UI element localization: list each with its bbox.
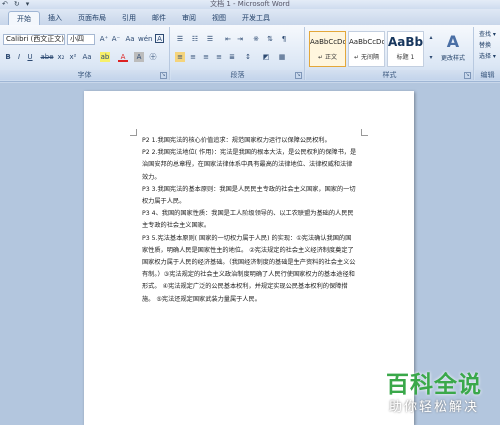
sort-icon[interactable]: ⇅ [265,34,275,44]
watermark-title: 百科全说 [386,372,482,398]
font-color-button[interactable]: A [118,52,128,62]
italic-button[interactable]: I [14,52,24,62]
tab-view[interactable]: 视图 [204,11,234,25]
style-heading1-tile[interactable]: AaBb 标题 1 [387,31,424,67]
align-center-icon[interactable]: ≡ [188,52,198,62]
change-case-button[interactable]: Aa [82,52,92,62]
font-group-label: 字体 [0,70,169,80]
align-right-icon[interactable]: ≡ [201,52,211,62]
editing-group: 查找 ▾ 替换 选择 ▾ 编辑 [475,27,500,80]
grow-font-button[interactable]: A⁺ [99,34,109,44]
tab-references[interactable]: 引用 [114,11,144,25]
watermark-subtitle: 助你轻松解决 [388,400,479,415]
decrease-indent-icon[interactable]: ⇤ [223,34,233,44]
paragraph-group: ☰ ☷ ☰ ⇤ ⇥ ※ ⇅ ¶ ≡ ≡ ≡ ≡ ≣ ↕ ◩ ▦ 段落 ↘ [171,27,305,80]
document-body[interactable]: P2 1.我国宪法的核心价值追求：规范国家权力运行以保障公民权利。 P2 2.我… [142,135,357,306]
font-dialog-launcher-icon[interactable]: ↘ [160,72,167,79]
paragraph-group-label: 段落 [171,70,304,80]
margin-corner-mark [361,129,368,136]
ribbon: Calibri (西文正文) 小四 A⁺ A⁻ Aa wén A B I U a… [0,25,500,82]
select-button[interactable]: 选择 ▾ [479,52,496,62]
borders-icon[interactable]: ▦ [277,52,287,62]
style-name: ↵ 正文 [318,54,337,61]
styles-group: AaBbCcDc ↵ 正文 AaBbCcDc ↵ 无间隔 AaBb 标题 1 ▴… [306,27,474,80]
shrink-font-button[interactable]: A⁻ [111,34,121,44]
chinese-layout-icon[interactable]: ※ [251,34,261,44]
style-name: 标题 1 [396,54,415,61]
char-shading-button[interactable]: A [134,52,144,62]
style-sample: AaBbCcDc [310,38,345,46]
tab-page-layout[interactable]: 页面布局 [70,11,114,25]
tab-mailings[interactable]: 邮件 [144,11,174,25]
style-normal-tile[interactable]: AaBbCcDc ↵ 正文 [309,31,346,67]
phonetic-guide-button[interactable]: wén [138,34,152,44]
document-paragraph: P3 5.宪法基本原则( 国家的一切权力属于人民) 的实现：①宪法确认我国的国家… [142,234,356,303]
style-name: ↵ 无间隔 [354,54,379,61]
document-paragraph: P3 3.我国宪法的基本原则：我国是人民民主专政的社会主义国家，国家的一切权力属… [142,185,356,206]
enclose-char-button[interactable]: ㊉ [148,52,158,62]
style-no-spacing-tile[interactable]: AaBbCcDc ↵ 无间隔 [348,31,385,67]
styles-scroll-icon[interactable]: ▴ [426,33,436,43]
styles-group-label: 样式 [306,70,473,80]
change-styles-label: 更改样式 [440,55,465,62]
clear-format-button[interactable]: Aa [125,34,135,44]
document-page[interactable]: P2 1.我国宪法的核心价值追求：规范国家权力运行以保障公民权利。 P2 2.我… [84,91,414,425]
tab-insert[interactable]: 插入 [40,11,70,25]
multilevel-list-icon[interactable]: ☰ [205,34,215,44]
numbering-icon[interactable]: ☷ [190,34,200,44]
tab-review[interactable]: 审阅 [174,11,204,25]
find-button[interactable]: 查找 ▾ [479,30,496,40]
bold-button[interactable]: B [3,52,13,62]
margin-corner-mark [130,129,137,136]
shading-icon[interactable]: ◩ [261,52,271,62]
line-spacing-icon[interactable]: ↕ [243,52,253,62]
document-paragraph: P2 2.我国宪法地位( 作用)：宪法是我国的根本大法，是公民权利的保障书，是治… [142,149,357,181]
distributed-icon[interactable]: ≣ [227,52,237,62]
replace-button[interactable]: 替换 [479,41,491,51]
tab-developer[interactable]: 开发工具 [234,11,278,25]
superscript-button[interactable]: x² [68,52,78,62]
styles-more-icon[interactable]: ▾ [426,53,436,63]
style-sample: AaBbCcDc [349,38,384,46]
window-title: 文档 1 - Microsoft Word [210,0,290,8]
underline-button[interactable]: U [25,52,35,62]
subscript-button[interactable]: x₂ [56,52,66,62]
change-styles-icon: A [446,32,460,51]
font-size-box[interactable]: 小四 [67,34,95,45]
change-styles-button[interactable]: A 更改样式 [438,31,468,71]
watermark: 百科全说 助你轻松解决 [378,371,490,417]
editing-group-label: 编辑 [475,70,500,80]
tab-home[interactable]: 开始 [8,11,40,25]
show-marks-icon[interactable]: ¶ [279,34,289,44]
styles-dialog-launcher-icon[interactable]: ↘ [464,72,471,79]
char-border-button[interactable]: A [155,34,164,43]
document-paragraph: P2 1.我国宪法的核心价值追求：规范国家权力运行以保障公民权利。 [142,137,331,144]
style-sample: AaBb [388,35,423,49]
document-paragraph: P3 4、我国的国家性质：我国是工人阶级领导的、以工农联盟为基础的人民民主专政的… [142,210,354,230]
font-group: Calibri (西文正文) 小四 A⁺ A⁻ Aa wén A B I U a… [0,27,170,80]
ribbon-tabs: 开始 插入 页面布局 引用 邮件 审阅 视图 开发工具 [0,9,500,25]
align-left-icon[interactable]: ≡ [175,52,185,62]
justify-icon[interactable]: ≡ [214,52,224,62]
strikethrough-button[interactable]: abe [40,52,54,62]
highlight-button[interactable]: ab [100,52,110,62]
font-name-box[interactable]: Calibri (西文正文) [3,34,65,45]
paragraph-dialog-launcher-icon[interactable]: ↘ [295,72,302,79]
title-bar: ↶ ↻ ▾ 文档 1 - Microsoft Word [0,0,500,9]
bullets-icon[interactable]: ☰ [175,34,185,44]
increase-indent-icon[interactable]: ⇥ [235,34,245,44]
